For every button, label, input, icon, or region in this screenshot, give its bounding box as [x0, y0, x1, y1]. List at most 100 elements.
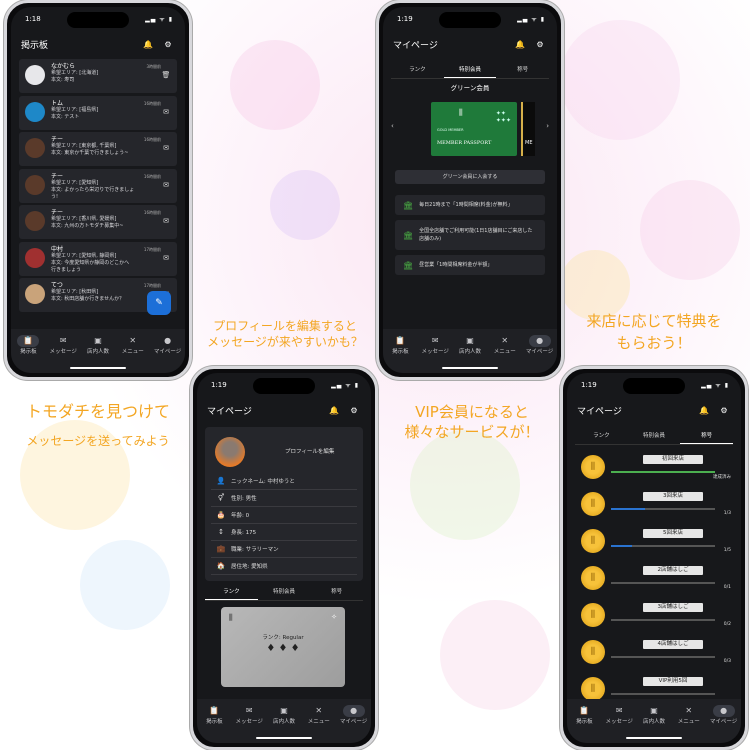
profile-rows: 👤 ニックネーム: 中村ゆうと ⚥ 性別: 男性 🎂 年齢: 0 ↕ 身長: 175 💼 職業: … [211, 473, 357, 575]
message-area: 希望エリア: [愛知県] [51, 179, 99, 186]
message-card[interactable]: チー 16時間前 希望エリア: [香川県, 愛媛県] 本文: 九州の方トモダチ募集… [19, 205, 177, 239]
avatar [25, 138, 45, 158]
phone-titles: 1:19 ▂▄ ᯤ ▮ マイページ 🔔 ⚙ ランク 特別会員 称号 ⫼ 初回来店 達成… [560, 366, 748, 750]
nav-mypage[interactable]: ● マイページ [151, 335, 185, 373]
gear-icon[interactable]: ⚙ [533, 40, 547, 49]
nav-board[interactable]: 📋 掲示板 [11, 335, 45, 373]
tab-special[interactable]: 特別会員 [628, 427, 681, 444]
profile-row-icon: 👤 [216, 477, 226, 485]
bank-icon: 🏛 [403, 200, 414, 210]
nav-label: 店内人数 [86, 349, 109, 355]
mail-icon[interactable]: ✉ [161, 108, 171, 116]
message-header: チー 16時間前 [51, 136, 161, 143]
badge-label: VIP利用5回 [643, 677, 703, 686]
status-time: 1:18 [25, 15, 41, 23]
message-card[interactable]: トム 16時間前 希望エリア: [福島県] 本文: テスト ✉ [19, 95, 177, 130]
nav-label: 店内人数 [642, 719, 665, 725]
message-card[interactable]: チー 16時間前 希望エリア: [東京都, 千葉県] 本文: 東京か千葉で行きまし… [19, 132, 177, 166]
page-title: マイページ [207, 406, 252, 417]
gear-icon[interactable]: ⚙ [347, 406, 361, 415]
edit-profile-link[interactable]: プロフィールを編集 [285, 447, 334, 455]
nav-board[interactable]: 📋 掲示板 [197, 705, 231, 743]
message-time: 16時間前 [143, 173, 161, 179]
plan-name: グリーン会員 [450, 84, 490, 92]
message-body: なかむら 3時間前 希望エリア: [北海道] 本文: 寿司 [51, 63, 161, 84]
chevron-left-icon[interactable]: ‹ [391, 122, 394, 130]
nav-board[interactable]: 📋 掲示板 [383, 335, 417, 373]
mail-icon[interactable]: ✉ [161, 181, 171, 189]
profile-row-icon: ↕ [218, 528, 224, 536]
profile-row-icon: 🎂 [216, 511, 226, 519]
bell-icon[interactable]: 🔔 [327, 406, 341, 415]
nav-label: メニュー [307, 719, 330, 725]
tab-special[interactable]: 特別会員 [258, 583, 311, 600]
caption-3: VIP会員になると 様々なサービスが！ [380, 402, 564, 442]
compose-button[interactable]: ✎ [147, 291, 171, 315]
person-icon: ● [164, 336, 172, 345]
trash-icon[interactable]: 🗑 [161, 71, 171, 79]
tab-rank[interactable]: ランク [391, 61, 444, 78]
perk-item: 🏛 毎日21時まで「1時間相席(料金)が無料」 [395, 195, 545, 215]
status-bar: 1:19 ▂▄ ᯤ ▮ [397, 15, 545, 25]
mail-icon[interactable]: ✉ [161, 144, 171, 152]
caption-3-line1: VIP会員になると [415, 403, 529, 421]
diamond-icons: ♦ ♦ ♦ [266, 643, 300, 654]
tab-special[interactable]: 特別会員 [443, 61, 497, 78]
phone-board: 1:18 ▂▄ ᯤ ▮ 掲示板 🔔 ⚙ なかむら 3時間前 希望エリア: [北海道]… [4, 0, 192, 380]
bell-icon[interactable]: 🔔 [141, 40, 155, 49]
progress-bar [611, 545, 715, 547]
page-title: マイページ [577, 406, 622, 417]
nav-mypage[interactable]: ● マイページ [523, 335, 557, 373]
message-text: 本文: 今度愛知県か静岡のどこかへ [51, 259, 130, 266]
badge-label: 4店舗はしご [643, 640, 703, 649]
avatar [25, 174, 45, 195]
message-text: 本文: 九州の方トモダチ募集中~ [51, 223, 124, 229]
gear-icon[interactable]: ⚙ [161, 40, 175, 49]
message-text-cont: 行きましょう [51, 266, 82, 273]
gear-icon[interactable]: ⚙ [717, 406, 731, 415]
person-icon: ● [342, 705, 365, 717]
nav-mypage[interactable]: ● マイページ [707, 705, 741, 743]
utensils-icon: ✕ [501, 336, 509, 345]
message-card[interactable]: 中村 17時間前 希望エリア: [愛知県, 静岡県] 本文: 今度愛知県か静岡のど… [19, 241, 177, 276]
nav-mypage[interactable]: ● マイページ [337, 705, 371, 743]
tab-title[interactable]: 称号 [680, 427, 734, 444]
tab-rank[interactable]: ランク [205, 583, 258, 600]
tab-rank[interactable]: ランク [575, 427, 628, 444]
app-bar: マイページ 🔔 ⚙ [383, 31, 557, 57]
medal-icon: ⫼ [581, 529, 605, 553]
bell-icon[interactable]: 🔔 [513, 40, 527, 49]
home-indicator [256, 737, 312, 739]
profile-row-text: ニックネーム: 中村ゆうと [231, 479, 295, 485]
progress-count: 0/2 [723, 622, 731, 627]
join-button[interactable]: グリーン会員に入会する [395, 170, 545, 184]
mail-icon[interactable]: ✉ [161, 217, 171, 225]
sparkle-icon: ✧ [331, 613, 337, 621]
tab-title[interactable]: 称号 [496, 61, 549, 78]
bell-icon[interactable]: 🔔 [697, 406, 711, 415]
person-icon: ● [712, 705, 735, 717]
progress-fill [611, 471, 715, 473]
profile-row-text: 職業: サラリーマン [231, 547, 279, 553]
progress-count: 1/3 [723, 511, 731, 516]
nav-label: メッセージ [605, 719, 633, 725]
nav-board[interactable]: 📋 掲示板 [567, 705, 601, 743]
message-card[interactable]: なかむら 3時間前 希望エリア: [北海道] 本文: 寿司 🗑 [19, 59, 177, 93]
person-icon: ● [528, 335, 551, 347]
tab-title[interactable]: 称号 [310, 583, 363, 600]
sparkle-icon: ✦✦ ✦✦✦ [495, 110, 511, 124]
mail-icon[interactable]: ✉ [161, 254, 171, 262]
avatar [25, 247, 45, 268]
chevron-right-icon[interactable]: › [546, 122, 549, 130]
phone-profile: 1:19 ▂▄ ᯤ ▮ マイページ 🔔 ⚙ プロフィールを編集 👤 ニックネーム: … [190, 366, 378, 750]
status-icons: ▂▄ ᯤ ▮ [331, 382, 359, 389]
caption-2-line1: プロフィールを編集すると [213, 319, 357, 333]
home-indicator [626, 737, 682, 739]
page-title: マイページ [393, 40, 438, 51]
message-header: チー 16時間前 [51, 173, 161, 180]
badge-label: 初回来店 [643, 455, 703, 464]
message-card[interactable]: チー 16時間前 希望エリア: [愛知県] 本文: よかったら栄辺りで行きましょ … [19, 168, 177, 203]
avatar [25, 211, 45, 231]
status-time: 1:19 [397, 15, 413, 23]
nav-label: 店内人数 [272, 719, 295, 725]
